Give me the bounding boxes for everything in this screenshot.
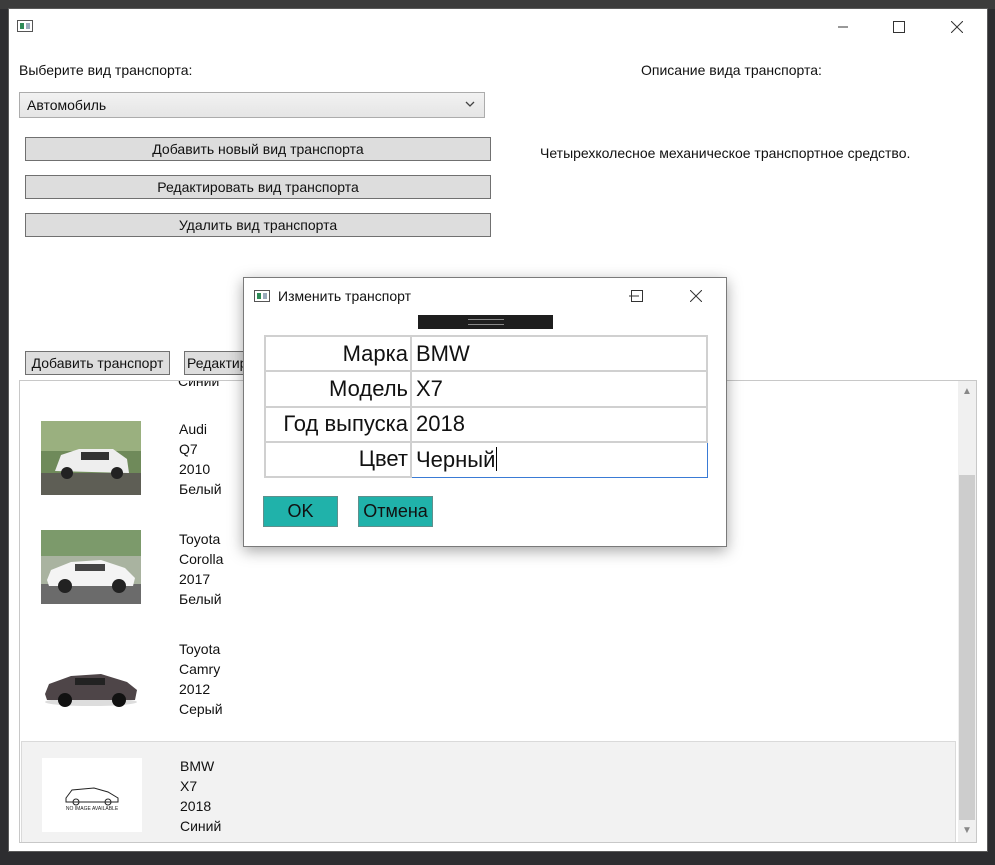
vehicle-color: Серый [179,701,223,717]
brand-label: Марка [264,334,412,373]
brand-input[interactable]: BMW [410,334,708,373]
scrollbar-thumb[interactable] [959,475,975,820]
maximize-icon [893,21,905,33]
edit-transport-type-button[interactable]: Редактировать вид транспорта [25,175,491,199]
edit-transport-dialog: Изменить транспорт Марка BMW Модель X7 Г… [243,277,727,547]
vehicle-model: Camry [179,661,221,677]
close-icon [951,21,963,33]
text-caret [496,446,498,471]
transport-description: Четырехколесное механическое транспортно… [540,145,911,161]
title-bar [9,9,987,45]
minimize-icon [838,26,848,28]
vehicle-color: Синий [178,380,220,389]
vehicle-image [41,644,141,718]
no-image-placeholder: NO IMAGE AVAILABLE [42,758,142,832]
vehicle-form: Марка BMW Модель X7 Год выпуска 2018 Цве… [264,334,708,479]
add-vehicle-button[interactable]: Добавить транспорт [25,351,170,375]
chevron-down-icon [465,101,475,107]
maximize-button[interactable] [879,15,919,39]
transport-type-label: Выберите вид транспорта: [19,62,193,78]
close-button[interactable] [937,15,977,39]
dialog-close-button[interactable] [676,284,716,308]
vehicle-image [41,421,141,495]
list-item-partial: Синий [178,380,220,391]
edit-vehicle-button[interactable]: Редактир [184,351,246,375]
scroll-up-icon[interactable]: ▲ [958,383,976,401]
car-outline-icon [65,787,119,806]
app-icon [254,290,270,302]
vertical-scrollbar[interactable]: ▲ ▼ [958,381,976,842]
maximize-icon [631,290,643,302]
year-label: Год выпуска [264,405,412,443]
vehicle-brand: Toyota [179,641,221,657]
ide-toolbar-strip [0,0,995,9]
close-icon [690,290,702,302]
vehicle-brand: Toyota [179,531,221,547]
minimize-button[interactable] [823,15,863,39]
vehicle-brand: Audi [179,421,208,437]
vehicle-color: Белый [179,481,222,497]
scroll-down-icon[interactable]: ▼ [958,822,976,840]
dialog-title: Изменить транспорт [278,288,412,304]
description-label: Описание вида транспорта: [641,62,822,78]
vehicle-model: Corolla [179,551,224,567]
delete-transport-type-button[interactable]: Удалить вид транспорта [25,213,491,237]
year-input[interactable]: 2018 [410,405,708,443]
dialog-maximize-button-icon-wrap[interactable] [617,284,657,308]
vehicle-year: 2017 [179,571,211,587]
color-input-value: Черный [416,446,496,472]
vehicle-color: Синий [180,818,222,834]
vehicle-year: 2018 [180,798,212,814]
color-label: Цвет [264,440,412,479]
vehicle-year: 2012 [179,681,211,697]
vehicle-brand: BMW [180,758,215,774]
cancel-button[interactable]: Отмена [358,496,433,527]
vehicle-year: 2010 [179,461,211,477]
vehicle-image [41,530,141,604]
model-input[interactable]: X7 [410,370,708,408]
transport-type-select[interactable]: Автомобиль [19,92,485,118]
ok-button[interactable]: OK [263,496,338,527]
debug-toolbar[interactable] [418,315,553,329]
vehicle-model: Q7 [179,441,198,457]
model-label: Модель [264,370,412,408]
list-item[interactable]: Toyota Camry 2012 Серый [21,631,956,739]
list-item-selected[interactable]: NO IMAGE AVAILABLE BMW X7 2018 Синий [21,741,956,842]
color-input[interactable]: Черный [410,441,708,478]
add-transport-type-button[interactable]: Добавить новый вид транспорта [25,137,491,161]
no-image-text: NO IMAGE AVAILABLE [65,806,119,812]
app-icon [17,20,33,32]
vehicle-color: Белый [179,591,222,607]
transport-type-value: Автомобиль [27,97,107,113]
vehicle-model: X7 [180,778,198,794]
